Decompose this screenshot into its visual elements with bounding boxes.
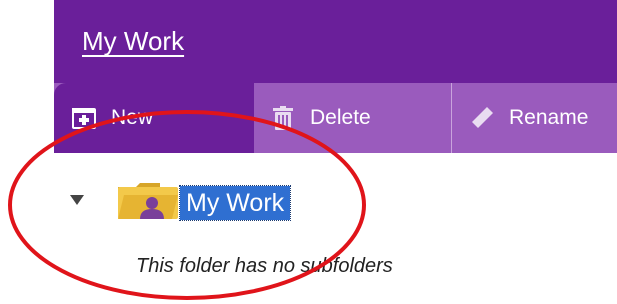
title-bar: My Work xyxy=(54,0,617,83)
rename-button-label: Rename xyxy=(509,106,589,129)
page-title-link[interactable]: My Work xyxy=(82,26,184,57)
tree-folder-label[interactable]: My Work xyxy=(178,185,292,221)
pencil-icon xyxy=(472,107,493,128)
empty-folder-message: This folder has no subfolders xyxy=(136,255,393,277)
toolbar: New Delete Rename xyxy=(54,83,617,153)
expand-triangle-icon[interactable] xyxy=(70,195,84,205)
user-folder-icon xyxy=(118,183,178,219)
new-folder-icon xyxy=(72,108,96,129)
delete-button-label: Delete xyxy=(310,106,371,129)
app-frame: My Work New Delete Rename My Work This f… xyxy=(0,0,617,304)
rename-button[interactable]: Rename xyxy=(453,83,617,153)
delete-button[interactable]: Delete xyxy=(254,83,452,153)
new-button[interactable]: New xyxy=(54,83,254,153)
new-button-label: New xyxy=(111,106,154,129)
trash-icon xyxy=(273,106,293,130)
folder-tree: My Work This folder has no subfolders xyxy=(54,153,617,304)
